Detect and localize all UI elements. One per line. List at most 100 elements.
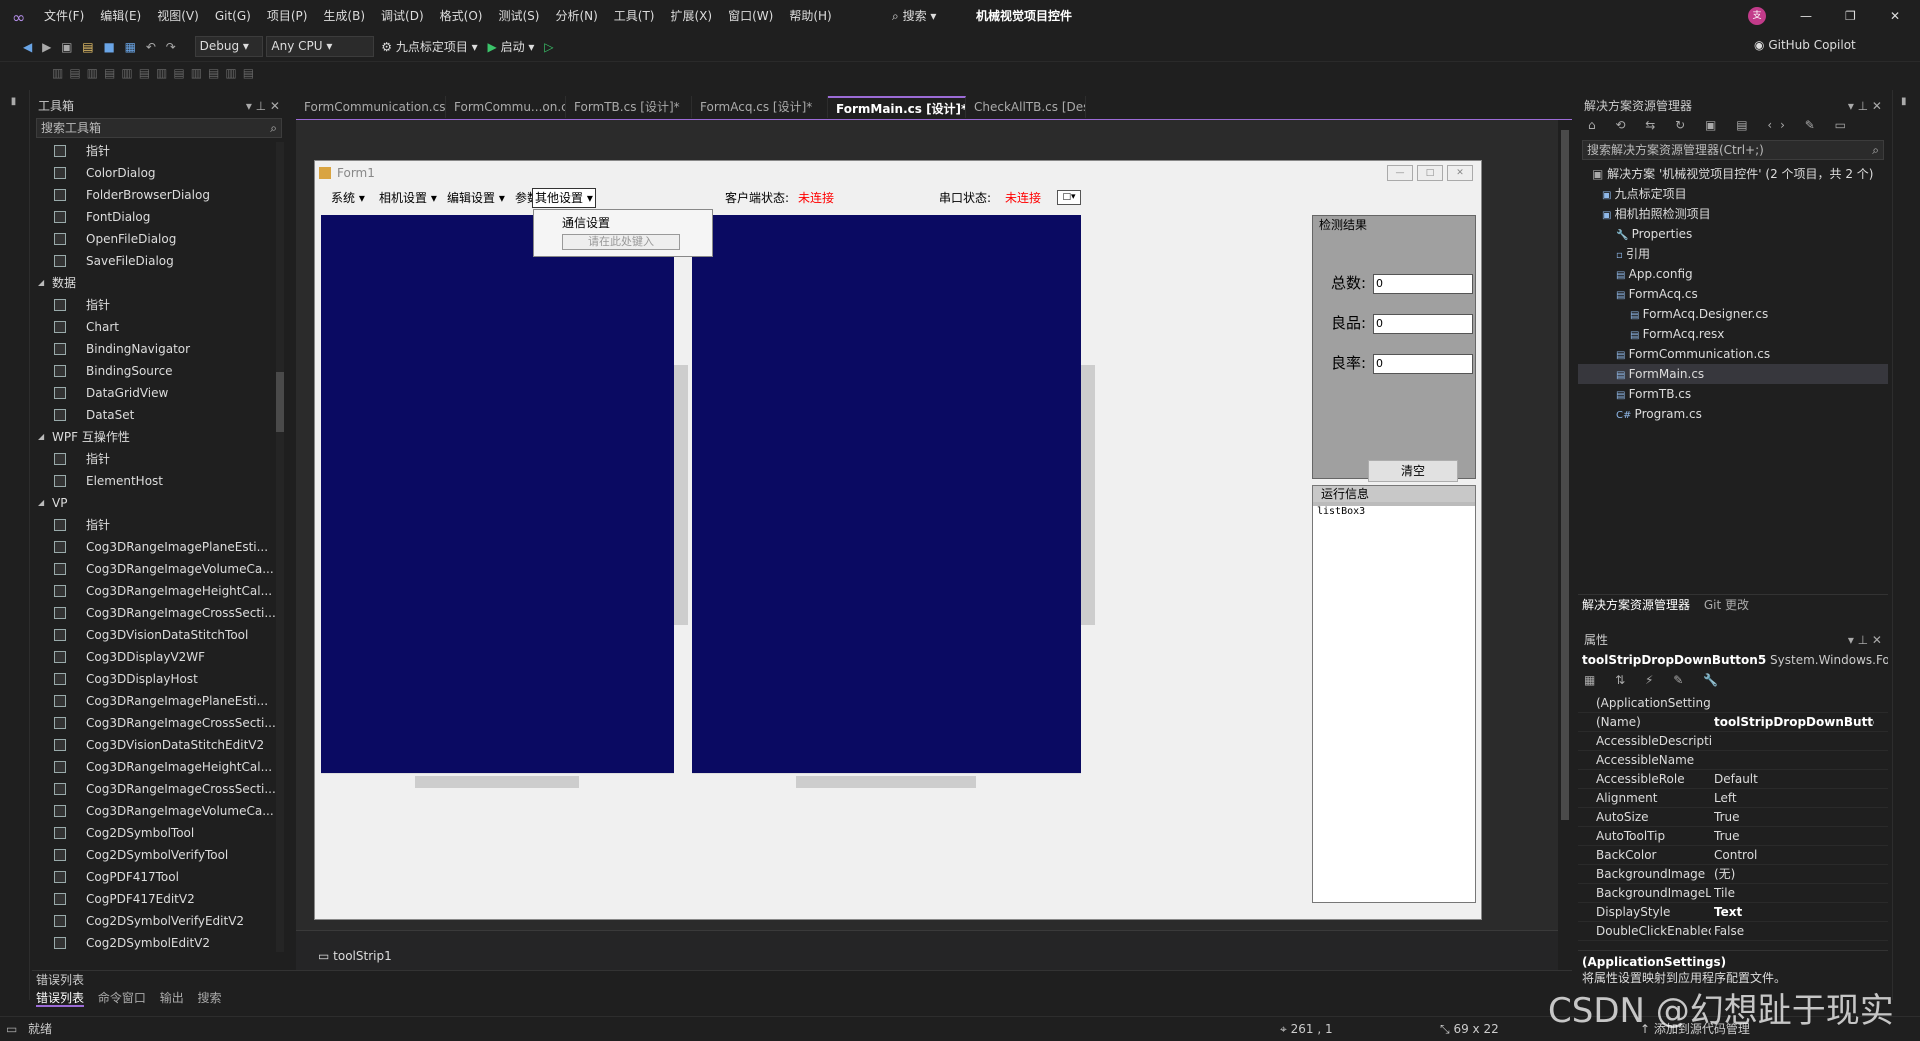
toolbox-item[interactable]: Cog3DVisionDataStitchTool	[32, 624, 286, 646]
output-tab[interactable]: 输出	[160, 991, 184, 1005]
toolbox-item[interactable]: OpenFileDialog	[32, 228, 286, 250]
solution-search[interactable]: 搜索解决方案资源管理器(Ctrl+;) ⌕	[1582, 140, 1884, 160]
errorlist-tab[interactable]: 错误列表	[36, 991, 85, 1007]
copilot-button[interactable]: ◉ GitHub Copilot	[1754, 38, 1856, 52]
property-row[interactable]: (ApplicationSettings)	[1578, 694, 1888, 713]
toolbox-scrollbar[interactable]	[276, 142, 284, 952]
solution-item[interactable]: 🔧 Properties	[1578, 224, 1888, 244]
serial-status-dropdown[interactable]: □▾	[1057, 190, 1081, 205]
toolbox-item[interactable]: ElementHost	[32, 470, 286, 492]
toolbox-item[interactable]: FontDialog	[32, 206, 286, 228]
back-icon[interactable]: ◀	[23, 40, 32, 54]
menu-item[interactable]: Git(G)	[207, 0, 259, 32]
total-textbox[interactable]: 0	[1373, 274, 1473, 294]
toolbox-item[interactable]: Cog3DRangeImageCrossSecti...	[32, 712, 286, 734]
search-tab[interactable]: 搜索	[198, 991, 222, 1005]
toolbox-category[interactable]: VP	[32, 492, 286, 514]
redo-icon[interactable]: ↷	[166, 40, 176, 54]
toolbox-item[interactable]: Cog3DRangeImageCrossSecti...	[32, 778, 286, 800]
toolbox-item[interactable]: Cog2DSymbolVerifyTool	[32, 844, 286, 866]
property-row[interactable]: AutoToolTip True	[1578, 827, 1888, 846]
toolbox-item[interactable]: CogPDF417EditV2	[32, 888, 286, 910]
toolbox-item[interactable]: BindingSource	[32, 360, 286, 382]
toolbox-item[interactable]: Cog2DSymbolVerifyEditV2	[32, 910, 286, 932]
startup-project-select[interactable]: ⚙ 九点标定项目 ▾	[381, 38, 477, 55]
solution-tab[interactable]: 解决方案资源管理器	[1582, 598, 1690, 612]
designer-vscroll[interactable]	[1558, 120, 1572, 1002]
undo-icon[interactable]: ↶	[146, 40, 156, 54]
toolbox-item[interactable]: Cog2DSymbolTool	[32, 822, 286, 844]
image-display-right[interactable]	[692, 215, 1081, 773]
document-tab[interactable]: CheckAllTB.cs [Design]	[966, 96, 1086, 118]
solution-item[interactable]: ▤ FormAcq.resx	[1578, 324, 1888, 344]
toolbox-item[interactable]: Cog3DRangeImageVolumeCa...	[32, 558, 286, 580]
toolbox-item[interactable]: Cog3DRangeImagePlaneEsti...	[32, 690, 286, 712]
solution-item[interactable]: ▤ FormTB.cs	[1578, 384, 1888, 404]
toolbox-item[interactable]: ColorDialog	[32, 162, 286, 184]
toolbox-item[interactable]: Cog3DRangeImagePlaneEsti...	[32, 536, 286, 558]
search-button[interactable]: ⌕ 搜索 ▾	[892, 0, 936, 32]
document-tab[interactable]: FormMain.cs [设计]*	[828, 96, 966, 118]
menu-item[interactable]: 生成(B)	[315, 0, 373, 32]
toolbox-item[interactable]: 指针	[32, 294, 286, 316]
toolbox-item[interactable]: Cog3DDisplayV2WF	[32, 646, 286, 668]
toolbox-item[interactable]: BindingNavigator	[32, 338, 286, 360]
solution-item[interactable]: ▤ FormAcq.Designer.cs	[1578, 304, 1888, 324]
property-row[interactable]: AutoSize True	[1578, 808, 1888, 827]
server-explorer-tab[interactable]: ▮	[8, 96, 19, 107]
property-row[interactable]: DoubleClickEnablec False	[1578, 922, 1888, 941]
new-project-icon[interactable]: ▣	[61, 40, 72, 54]
toolbox-item[interactable]: Cog2DSymbolEditV2	[32, 932, 286, 954]
solution-item[interactable]: ▤ FormCommunication.cs	[1578, 344, 1888, 364]
menu-item[interactable]: 工具(T)	[606, 0, 663, 32]
right-vscroll[interactable]	[1081, 215, 1095, 773]
git-changes-tab[interactable]: Git 更改	[1704, 598, 1749, 612]
menu-item[interactable]: 帮助(H)	[781, 0, 839, 32]
toolbox-item[interactable]: Cog3DDisplayHost	[32, 668, 286, 690]
restore-button[interactable]: ❐	[1845, 0, 1856, 32]
command-window-tab[interactable]: 命令窗口	[98, 991, 146, 1005]
toolbox-item[interactable]: SaveFileDialog	[32, 250, 286, 272]
vs-logo-icon[interactable]: ∞	[12, 8, 25, 27]
toolbox-category[interactable]: 数据	[32, 272, 286, 294]
property-row[interactable]: AccessibleDescripti	[1578, 732, 1888, 751]
clear-button[interactable]: 清空	[1368, 460, 1458, 482]
document-tab[interactable]: FormCommu...on.cs [设计]*	[446, 96, 566, 118]
property-row[interactable]: BackColor Control	[1578, 846, 1888, 865]
forward-icon[interactable]: ▶	[42, 40, 51, 54]
form-menu-system[interactable]: 系统 ▾	[331, 189, 365, 207]
good-textbox[interactable]: 0	[1373, 314, 1473, 334]
document-tab[interactable]: FormAcq.cs [设计]*	[692, 96, 828, 118]
toolbox-item[interactable]: Chart	[32, 316, 286, 338]
toolbox-item[interactable]: FolderBrowserDialog	[32, 184, 286, 206]
solution-item[interactable]: ▤ FormAcq.cs	[1578, 284, 1888, 304]
close-button[interactable]: ✕	[1890, 0, 1900, 32]
property-row[interactable]: Alignment Left	[1578, 789, 1888, 808]
solution-item[interactable]: ▣ 九点标定项目	[1578, 184, 1888, 204]
right-hscroll[interactable]	[692, 773, 1081, 791]
toolbox-item[interactable]: CogPDF417Tool	[32, 866, 286, 888]
property-row[interactable]: BackgroundImageL Tile	[1578, 884, 1888, 903]
menu-item[interactable]: 调试(D)	[373, 0, 432, 32]
open-icon[interactable]: ▤	[82, 40, 93, 54]
menu-item[interactable]: 扩展(X)	[662, 0, 720, 32]
solution-item[interactable]: ▣ 相机拍照检测项目	[1578, 204, 1888, 224]
property-row[interactable]: BackgroundImage (无)	[1578, 865, 1888, 884]
start-without-debug-icon[interactable]: ▷	[544, 40, 553, 54]
property-row[interactable]: DisplayStyle Text	[1578, 903, 1888, 922]
solution-item[interactable]: C# Program.cs	[1578, 404, 1888, 424]
form-menu-edit[interactable]: 编辑设置 ▾	[447, 189, 505, 207]
avatar[interactable]: 支	[1748, 7, 1766, 25]
solution-item[interactable]: ▤ App.config	[1578, 264, 1888, 284]
toolstrip-component[interactable]: ▭ toolStrip1	[318, 949, 392, 963]
type-here-placeholder[interactable]: 请在此处键入	[562, 234, 680, 250]
toolbox-item[interactable]: Cog3DRangeImageHeightCal...	[32, 756, 286, 778]
menu-item[interactable]: 分析(N)	[547, 0, 605, 32]
form-close[interactable]: ✕	[1447, 165, 1473, 181]
form-maximize[interactable]: □	[1417, 165, 1443, 181]
menu-item[interactable]: 视图(V)	[149, 0, 207, 32]
toolbox-item[interactable]: Cog3DRangeImageVolumeCa...	[32, 800, 286, 822]
left-hscroll[interactable]	[321, 773, 674, 791]
toolbox-item[interactable]: 指针	[32, 448, 286, 470]
left-vscroll[interactable]	[674, 215, 688, 773]
